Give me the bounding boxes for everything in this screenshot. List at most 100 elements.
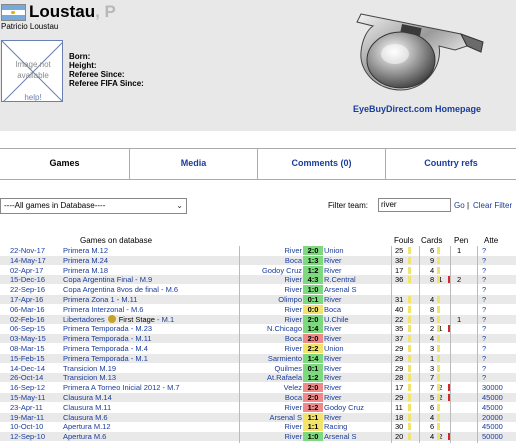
home-team-link[interactable]: At.Rafaela <box>240 373 302 382</box>
away-team-link[interactable]: Racing <box>324 422 347 431</box>
home-team-link[interactable]: Sarmiento <box>240 354 302 363</box>
home-team-link[interactable]: Quilmes <box>240 364 302 373</box>
score-badge[interactable]: 1:2 <box>303 373 323 383</box>
home-team-link[interactable]: River <box>240 315 302 324</box>
competition-link[interactable]: Primera A Torneo Inicial 2012 - M.7 <box>63 383 180 392</box>
eyebuydirect-link[interactable]: EyeBuyDirect.com Homepage <box>353 104 481 114</box>
attendance-link[interactable]: 20000 <box>482 413 503 422</box>
competition-link[interactable]: Clausura M.14 <box>63 393 112 402</box>
game-date-link[interactable]: 02-Feb-16 <box>10 315 45 324</box>
away-team-link[interactable]: River <box>324 334 342 343</box>
game-date-link[interactable]: 02-Apr-17 <box>10 266 43 275</box>
game-date-link[interactable]: 22-Nov-17 <box>10 246 45 255</box>
competition-link[interactable]: Transicion M.13 <box>63 373 116 382</box>
home-team-link[interactable]: Velez <box>240 383 302 392</box>
attendance-link[interactable]: ? <box>482 285 486 294</box>
competition-link[interactable]: Primera M.18 <box>63 266 108 275</box>
table-row[interactable]: 15-Feb-15 Primera Temporada - M.1 Sarmient… <box>0 353 516 363</box>
score-badge[interactable]: 1:2 <box>303 265 323 275</box>
attendance-link[interactable]: ? <box>482 305 486 314</box>
table-row[interactable]: 17-Apr-16 Primera Zona 1 - M.11 Olimpo 0:1 R… <box>0 295 516 304</box>
table-row[interactable]: 23-Apr-11 Clausura M.11 River 1:2 Godoy Cruz… <box>0 402 516 412</box>
no-image-placeholder[interactable]: Image not available help! <box>1 40 63 102</box>
table-row[interactable]: 06-Sep-15 Primera Temporada - M.23 N.Chica… <box>0 324 516 334</box>
competition-link[interactable]: Primera Temporada - M.23 <box>63 324 152 333</box>
table-row[interactable]: 14-Dec-14 Transicion M.19 Quilmes 0:1 River 2… <box>0 363 516 373</box>
competition-link[interactable]: Primera Temporada - M.4 <box>63 344 148 353</box>
tab-media[interactable]: Media <box>129 149 257 179</box>
tab-games[interactable]: Games <box>0 149 129 179</box>
away-team-link[interactable]: Arsenal S <box>324 285 357 294</box>
competition-link[interactable]: Apertura M.6 <box>63 432 106 441</box>
table-row[interactable]: 12-Sep-10 Apertura M.6 River 1:0 Arsenal S 20… <box>0 432 516 442</box>
home-team-link[interactable]: River <box>240 246 302 255</box>
away-team-link[interactable]: Union <box>324 246 344 255</box>
away-team-link[interactable]: Union <box>324 344 344 353</box>
table-row[interactable]: 19-Mar-11 Clausura M.6 Arsenal S 1:1 River 18… <box>0 412 516 422</box>
attendance-link[interactable]: 45000 <box>482 422 503 431</box>
table-row[interactable]: 02-Apr-17 Primera M.18 Godoy Cruz 1:2 River 1… <box>0 265 516 275</box>
score-badge[interactable]: 1:4 <box>303 324 323 334</box>
away-team-link[interactable]: Arsenal S <box>324 432 357 441</box>
game-date-link[interactable]: 23-Apr-11 <box>10 403 43 412</box>
attendance-link[interactable]: ? <box>482 354 486 363</box>
home-team-link[interactable]: Godoy Cruz <box>240 266 302 275</box>
game-date-link[interactable]: 14-May-17 <box>10 256 46 265</box>
competition-link[interactable]: Copa Argentina Final - M.9 <box>63 275 152 284</box>
attendance-link[interactable]: ? <box>482 373 486 382</box>
score-badge[interactable]: 2:0 <box>303 314 323 324</box>
competition-link[interactable]: Copa Argentina 8vos de final - M.6 <box>63 285 178 294</box>
competition-link[interactable]: Transicion M.19 <box>63 364 116 373</box>
away-team-link[interactable]: River <box>324 256 342 265</box>
score-badge[interactable]: 1:3 <box>303 255 323 265</box>
score-badge[interactable]: 1:2 <box>303 402 323 412</box>
competition-link[interactable]: Clausura M.11 <box>63 403 111 412</box>
score-badge[interactable]: 1:1 <box>303 412 323 422</box>
game-date-link[interactable]: 19-Mar-11 <box>10 413 44 422</box>
competition-link[interactable]: Primera Interzonal - M.6 <box>63 305 143 314</box>
competition-link[interactable]: Primera M.12 <box>63 246 108 255</box>
game-date-link[interactable]: 06-Sep-15 <box>10 324 45 333</box>
away-team-link[interactable]: River <box>324 295 342 304</box>
game-date-link[interactable]: 17-Apr-16 <box>10 295 43 304</box>
score-badge[interactable]: 2:0 <box>303 393 323 402</box>
home-team-link[interactable]: Boca <box>240 393 302 402</box>
home-team-link[interactable]: River <box>240 422 302 431</box>
score-badge[interactable]: 2:0 <box>303 246 323 255</box>
score-badge[interactable]: 1:1 <box>303 422 323 432</box>
home-team-link[interactable]: Arsenal S <box>240 413 302 422</box>
away-team-link[interactable]: River <box>324 364 342 373</box>
home-team-link[interactable]: River <box>240 275 302 284</box>
attendance-link[interactable]: ? <box>482 275 486 284</box>
table-row[interactable]: 14-May-17 Primera M.24 Boca 1:3 River 38 9? <box>0 255 516 265</box>
game-date-link[interactable]: 16-Sep-12 <box>10 383 45 392</box>
score-badge[interactable]: 1:0 <box>303 432 323 442</box>
attendance-link[interactable]: ? <box>482 315 486 324</box>
home-team-link[interactable]: River <box>240 432 302 441</box>
help-link[interactable]: help! <box>2 93 62 101</box>
table-row[interactable]: 08-Mar-15 Primera Temporada - M.4 River 2:2… <box>0 344 516 353</box>
home-team-link[interactable]: N.Chicago <box>240 324 302 333</box>
table-row[interactable]: 10-Oct-10 Apertura M.12 River 1:1 Racing 30 6 4… <box>0 422 516 432</box>
away-team-link[interactable]: Godoy Cruz <box>324 403 364 412</box>
away-team-link[interactable]: R.Central <box>324 275 356 284</box>
game-date-link[interactable]: 15-Feb-15 <box>10 354 45 363</box>
game-date-link[interactable]: 10-Oct-10 <box>10 422 43 431</box>
table-row[interactable]: 02-Feb-16 Libertadores First Stage - M.1 Ri… <box>0 314 516 324</box>
attendance-link[interactable]: ? <box>482 266 486 275</box>
away-team-link[interactable]: River <box>324 354 342 363</box>
attendance-link[interactable]: ? <box>482 324 486 333</box>
filter-team-input[interactable]: river <box>378 198 451 212</box>
score-badge[interactable]: 0:0 <box>303 304 323 314</box>
attendance-link[interactable]: ? <box>482 344 486 353</box>
table-row[interactable]: 03-May-15 Primera Temporada - M.11 Boca 2:0… <box>0 334 516 344</box>
home-team-link[interactable]: River <box>240 285 302 294</box>
clear-filter-link[interactable]: Clear Filter <box>473 201 512 210</box>
competition-link[interactable]: Primera Temporada - M.1 <box>63 354 148 363</box>
table-row[interactable]: 15-May-11 Clausura M.14 Boca 2:0 River 29 5 24… <box>0 393 516 402</box>
competition-link[interactable]: Primera M.24 <box>63 256 108 265</box>
away-team-link[interactable]: River <box>324 393 342 402</box>
table-row[interactable]: 22-Nov-17 Primera M.12 River 2:0 Union 25 6 1? <box>0 246 516 255</box>
attendance-link[interactable]: ? <box>482 364 486 373</box>
score-badge[interactable]: 4:3 <box>303 275 323 285</box>
